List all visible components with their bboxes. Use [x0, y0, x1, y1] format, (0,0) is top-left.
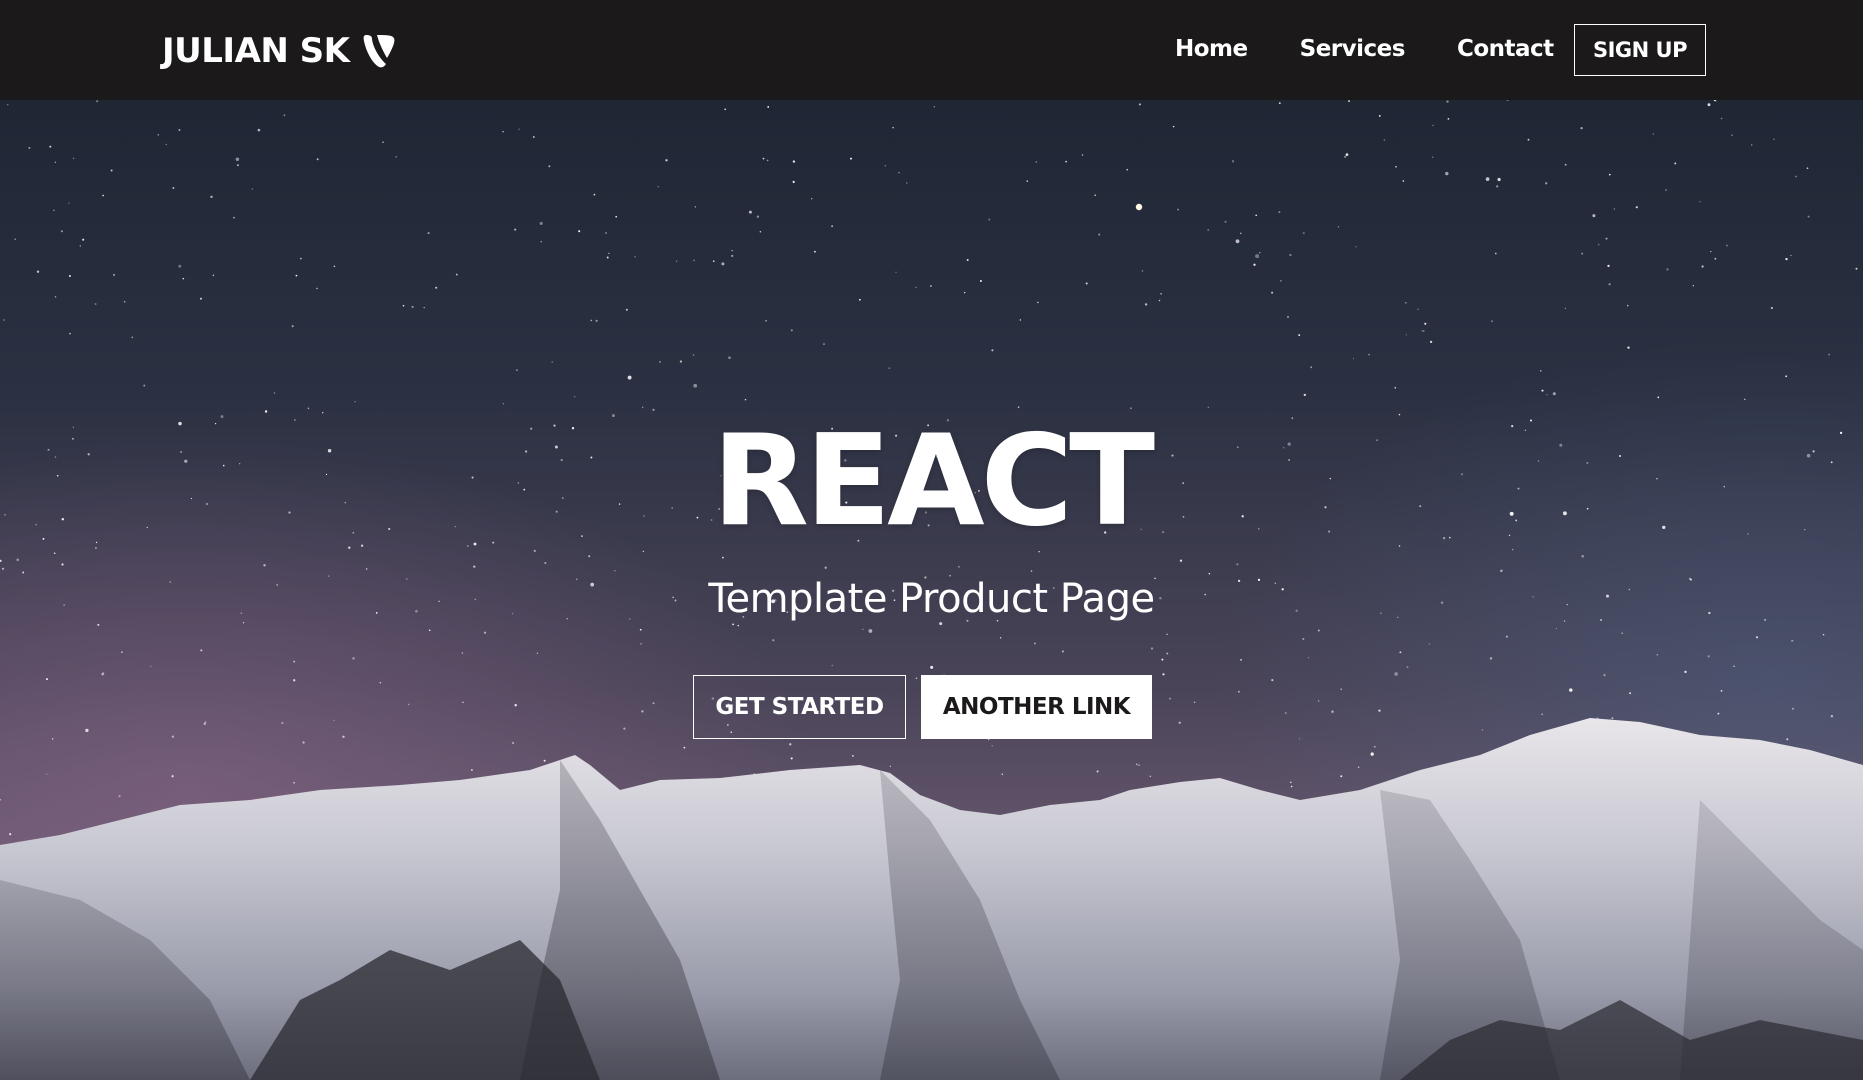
nav-link-contact[interactable]: Contact [1457, 36, 1554, 62]
hero-subtitle: Template Product Page [708, 576, 1155, 622]
get-started-button[interactable]: GET STARTED [693, 675, 906, 739]
brand-name: JULIAN SK [162, 31, 350, 71]
nav-links: Home Services Contact [1175, 36, 1554, 62]
sign-up-button[interactable]: SIGN UP [1574, 24, 1706, 76]
hero-title: REACT [711, 407, 1155, 554]
navbar: JULIAN SK Home Services Contact SIGN UP [0, 0, 1863, 100]
hero-content: REACT Template Product Page GET STARTED … [0, 100, 1863, 1080]
hero-section: REACT Template Product Page GET STARTED … [0, 100, 1863, 1080]
brand[interactable]: JULIAN SK [162, 30, 396, 72]
nav-link-home[interactable]: Home [1175, 36, 1248, 62]
typo3-logo-icon [363, 35, 394, 68]
another-link-button[interactable]: ANOTHER LINK [921, 675, 1152, 739]
nav-link-services[interactable]: Services [1300, 36, 1406, 62]
